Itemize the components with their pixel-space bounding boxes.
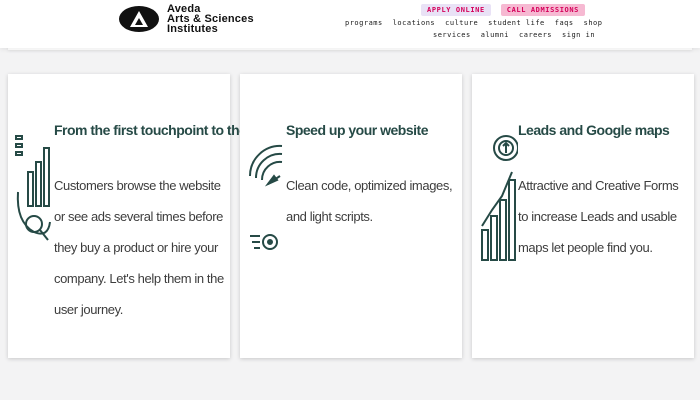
nav-sign-in[interactable]: sign in (562, 31, 595, 39)
logo-text: Aveda Arts & Sciences Institutes (167, 4, 254, 35)
growth-bars-icon (478, 130, 519, 267)
nav-locations[interactable]: locations (393, 19, 435, 27)
nav-careers[interactable]: careers (519, 31, 552, 39)
nav-programs[interactable]: programs (345, 19, 383, 27)
card-description: Customers browse the website or see ads … (54, 178, 224, 317)
primary-nav: programs locations culture student life … (345, 19, 602, 27)
speedometer-icon (246, 132, 286, 267)
nav-services[interactable]: services (433, 31, 471, 39)
nav-faqs[interactable]: faqs (555, 19, 574, 27)
card-description: Clean code, optimized images, and light … (286, 178, 453, 224)
cta-row: APPLY ONLINE CALL ADMISSIONS (421, 4, 585, 16)
nav-student-life[interactable]: student life (488, 19, 545, 27)
feature-card-touchpoint: From the first touchpoint to the sale Cu… (8, 74, 276, 358)
funnel-chart-icon (14, 132, 54, 247)
secondary-nav: services alumni careers sign in (433, 31, 595, 39)
site-header: Aveda Arts & Sciences Institutes APPLY O… (0, 0, 700, 48)
nav-alumni[interactable]: alumni (481, 31, 509, 39)
call-admissions-button[interactable]: CALL ADMISSIONS (500, 4, 585, 16)
site-logo[interactable]: Aveda Arts & Sciences Institutes (119, 4, 254, 35)
card-title: Speed up your website (286, 122, 428, 138)
logo-a-icon (119, 6, 159, 32)
feature-card-leads: Leads and Google maps Attractive and Cre… (472, 74, 694, 358)
card-title: Leads and Google maps (518, 122, 670, 138)
logo-line-3: Institutes (167, 23, 218, 35)
nav-shop[interactable]: shop (584, 19, 603, 27)
card-description: Attractive and Creative Forms to increas… (518, 178, 679, 255)
feature-card-speed: Speed up your website Clean code, optimi… (240, 74, 462, 358)
nav-culture[interactable]: culture (445, 19, 478, 27)
apply-online-button[interactable]: APPLY ONLINE (421, 4, 491, 16)
